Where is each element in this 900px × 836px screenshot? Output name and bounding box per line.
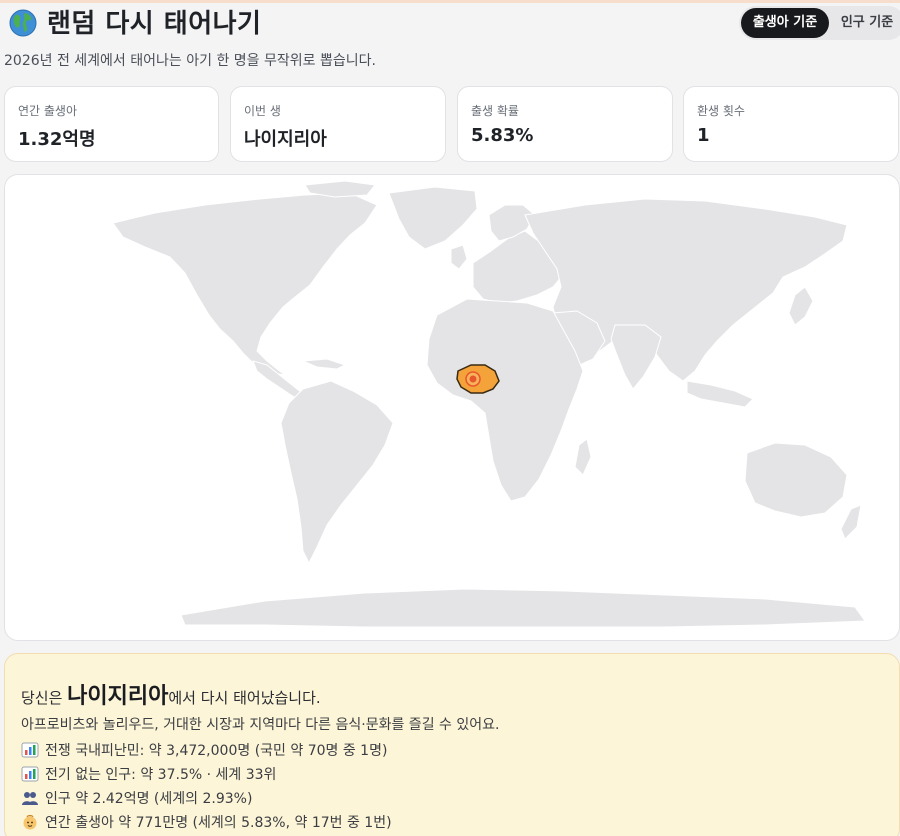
baby-icon [23,814,37,830]
world-map[interactable] [4,174,900,641]
fact-text: 전쟁 국내피난민: 약 3,472,000명 (국민 약 70명 중 1명) [45,743,388,759]
new-zealand [840,504,862,540]
stat-value: 1.32억명 [18,129,96,150]
africa [426,298,584,502]
result-country: 나이지리아 [67,684,169,709]
fact-population: 인구 약 2.42억명 (세계의 2.93%) [21,788,252,808]
british-isles [450,244,468,270]
fact-refugees: 전쟁 국내피난민: 약 3,472,000명 (국민 약 70명 중 1명) [21,740,387,760]
north-america [112,192,378,376]
japan [788,286,814,326]
country-description: 아프로비츠와 놀리우드, 거대한 시장과 지역마다 다른 음식·문화를 즐길 수… [21,717,500,733]
antarctica [180,588,866,628]
fact-text: 연간 출생아 약 771만명 (세계의 5.83%, 약 17번 중 1번) [45,815,392,831]
population-basis-button[interactable]: 인구 기준 [831,8,900,38]
birth-location-marker [469,375,477,383]
stat-label: 이번 생 [244,104,281,118]
stat-card-annual-births: 연간 출생아 1.32억명 [4,86,219,162]
fact-births: 연간 출생아 약 771만명 (세계의 5.83%, 약 17번 중 1번) [21,812,392,832]
madagascar [574,438,592,476]
stat-value: 1 [697,125,710,146]
globe-icon [9,9,37,37]
basis-toggle: 출생아 기준 인구 기준 [739,6,900,40]
header: 랜덤 다시 태어나기 출생아 기준 인구 기준 [7,6,900,42]
caribbean [302,358,347,370]
stat-card-this-life: 이번 생 나이지리아 [230,86,446,162]
stat-card-birth-probability: 출생 확률 5.83% [457,86,673,162]
headline-prefix: 당신은 [21,689,68,707]
fact-electricity: 전기 없는 인구: 약 37.5% · 세계 33위 [21,764,276,784]
bar-chart-icon [21,742,39,758]
stat-card-rebirth-count: 환생 횟수 1 [683,86,899,162]
page-subtitle: 2026년 전 세계에서 태어나는 아기 한 명을 무작위로 뽑습니다. [4,53,376,69]
bar-chart-icon [21,766,39,782]
top-accent-line [0,0,900,3]
headline-suffix: 에서 다시 태어났습니다. [168,689,321,707]
stat-label: 환생 횟수 [697,104,745,118]
australia [744,442,848,518]
result-panel: 당신은 나이지리아에서 다시 태어났습니다. 아프로비츠와 놀리우드, 거대한 … [4,653,900,836]
result-headline: 당신은 나이지리아에서 다시 태어났습니다. [21,678,321,710]
stat-label: 연간 출생아 [18,104,78,118]
stat-label: 출생 확률 [471,104,519,118]
indian-subcontinent [610,324,662,390]
births-basis-button[interactable]: 출생아 기준 [741,8,829,38]
page-title: 랜덤 다시 태어나기 [47,9,262,39]
stat-value: 나이지리아 [244,129,327,150]
stat-value: 5.83% [471,125,534,146]
greenland [388,186,478,250]
fact-text: 인구 약 2.42억명 (세계의 2.93%) [45,791,253,807]
fact-text: 전기 없는 인구: 약 37.5% · 세계 33위 [45,767,277,783]
world-map-svg [112,180,866,628]
people-icon [22,792,38,805]
south-america [280,380,394,565]
southeast-asia [686,380,754,408]
